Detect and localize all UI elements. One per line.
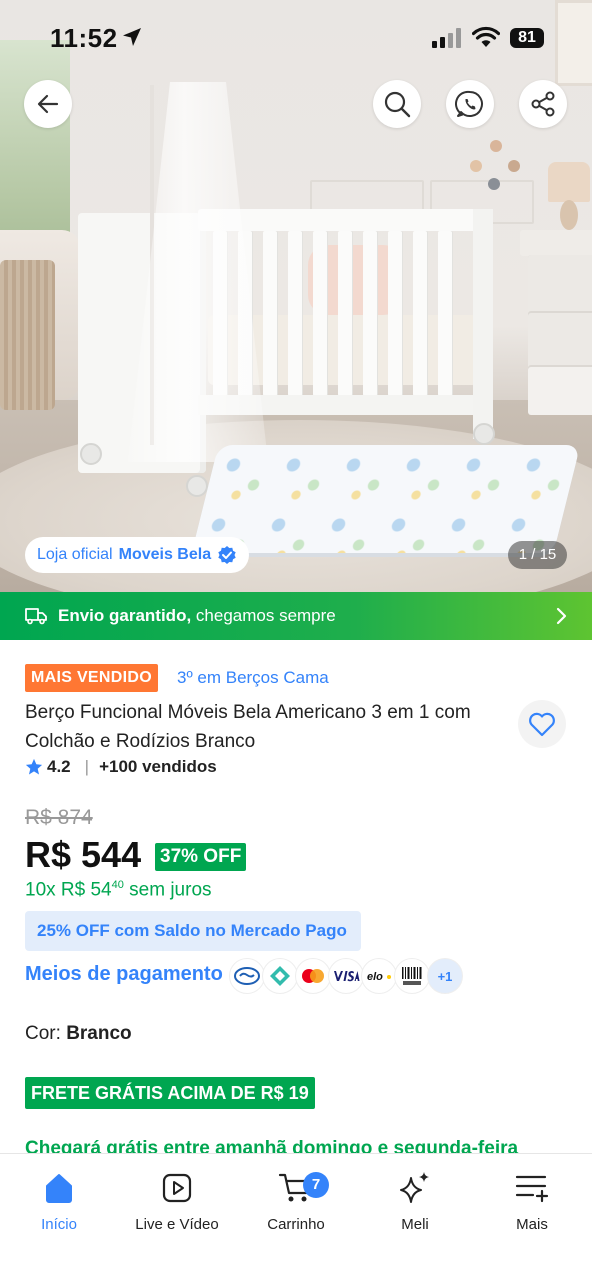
mattress: [191, 445, 581, 553]
discount-badge: 37% OFF: [155, 843, 247, 871]
dresser-top: [520, 230, 592, 256]
location-arrow-icon: [123, 28, 141, 46]
wifi-icon: [472, 26, 500, 47]
truck-icon: [25, 608, 47, 625]
color-selector[interactable]: Cor: Branco: [25, 1023, 132, 1045]
rating-row[interactable]: 4.2 | +100 vendidos: [25, 757, 217, 777]
nav-more[interactable]: Mais: [477, 1168, 587, 1233]
more-payment-methods[interactable]: +1: [427, 958, 463, 994]
shipping-guarantee-banner[interactable]: Envio garantido, chegamos sempre: [0, 592, 592, 640]
mastercard-icon: [295, 958, 331, 994]
nav-live-video-label: Live e Vídeo: [135, 1216, 219, 1233]
store-name: Moveis Bela: [118, 546, 212, 563]
official-store-label: Loja oficial: [37, 546, 113, 563]
menu-plus-icon: [515, 1175, 549, 1203]
installments-amount: 10x R$ 54: [25, 879, 112, 901]
share-icon: [531, 91, 555, 117]
canopy-veil: [128, 82, 268, 462]
mobile-ornament: [508, 160, 520, 172]
mercado-pago-offer[interactable]: 25% OFF com Saldo no Mercado Pago: [25, 911, 361, 951]
lamp-base: [560, 200, 578, 230]
rating-score: 4.2: [47, 757, 71, 776]
cart-count-badge: 7: [303, 1172, 329, 1198]
status-time: 11:52: [50, 23, 118, 53]
nav-meli-label: Meli: [401, 1216, 429, 1233]
free-shipping-badge: FRETE GRÁTIS ACIMA DE R$ 19: [25, 1077, 315, 1109]
installments: 10x R$ 5440 sem juros: [25, 879, 212, 901]
cell-signal-icon: [432, 28, 461, 48]
back-button[interactable]: [24, 80, 72, 128]
best-seller-badge: MAIS VENDIDO: [25, 664, 158, 692]
nav-home-label: Início: [41, 1216, 77, 1233]
nav-live-video[interactable]: Live e Vídeo: [122, 1168, 232, 1233]
chevron-right-icon: [556, 607, 567, 625]
search-button[interactable]: [373, 80, 421, 128]
mobile-ornament: [470, 160, 482, 172]
status-bar: 11:52 81: [0, 0, 592, 80]
star-icon: [25, 758, 43, 775]
shipping-banner-text: chegamos sempre: [191, 606, 336, 625]
mobile-ornament: [490, 140, 502, 152]
svg-text:elo: elo: [367, 971, 383, 982]
home-icon: [46, 1174, 72, 1203]
play-icon: [162, 1173, 192, 1203]
back-arrow-icon: [37, 94, 59, 114]
official-store-chip[interactable]: Loja oficial Moveis Bela: [25, 537, 250, 573]
current-price: R$ 544: [25, 834, 142, 875]
heart-icon: [529, 712, 555, 737]
payment-methods-link[interactable]: Meios de pagamento: [25, 963, 223, 986]
share-button[interactable]: [519, 80, 567, 128]
search-icon: [384, 91, 411, 118]
nav-home[interactable]: Início: [4, 1168, 114, 1233]
verified-badge-icon: [218, 546, 236, 564]
shipping-banner-bold: Envio garantido,: [58, 606, 192, 625]
installments-cents: 40: [111, 879, 124, 891]
battery-indicator: 81: [510, 28, 544, 48]
product-image[interactable]: [0, 0, 592, 592]
whatsapp-button[interactable]: [446, 80, 494, 128]
color-value: Branco: [66, 1023, 132, 1044]
mobile-ornament: [488, 178, 500, 190]
rating-separator: |: [84, 757, 90, 776]
bottom-navigation: Início Live e Vídeo 7 Carrinho Meli Mais: [0, 1153, 592, 1281]
visa-icon: [328, 958, 364, 994]
nav-meli[interactable]: Meli: [360, 1168, 470, 1233]
whatsapp-icon: [455, 90, 483, 117]
sold-count: +100 vendidos: [99, 757, 217, 776]
nav-more-label: Mais: [516, 1216, 548, 1233]
lamp: [548, 162, 590, 202]
pix-icon: [262, 958, 298, 994]
sparkle-icon: [400, 1172, 429, 1203]
elo-icon: elo: [361, 958, 397, 994]
throw-blanket: [0, 260, 55, 410]
dresser: [528, 255, 592, 415]
boleto-icon: [394, 958, 430, 994]
favorite-button[interactable]: [518, 700, 566, 748]
mercado-pago-icon: [229, 958, 265, 994]
payment-icons[interactable]: elo +1: [229, 958, 463, 994]
installments-suffix: sem juros: [123, 879, 212, 901]
original-price: R$ 874: [25, 806, 93, 829]
category-rank-link[interactable]: 3º em Berços Cama: [177, 668, 329, 688]
nav-cart[interactable]: 7 Carrinho: [241, 1168, 351, 1233]
image-counter: 1 / 15: [508, 541, 567, 569]
product-title: Berço Funcional Móveis Bela Americano 3 …: [25, 702, 471, 752]
color-label: Cor:: [25, 1023, 67, 1044]
nav-cart-label: Carrinho: [267, 1216, 325, 1233]
